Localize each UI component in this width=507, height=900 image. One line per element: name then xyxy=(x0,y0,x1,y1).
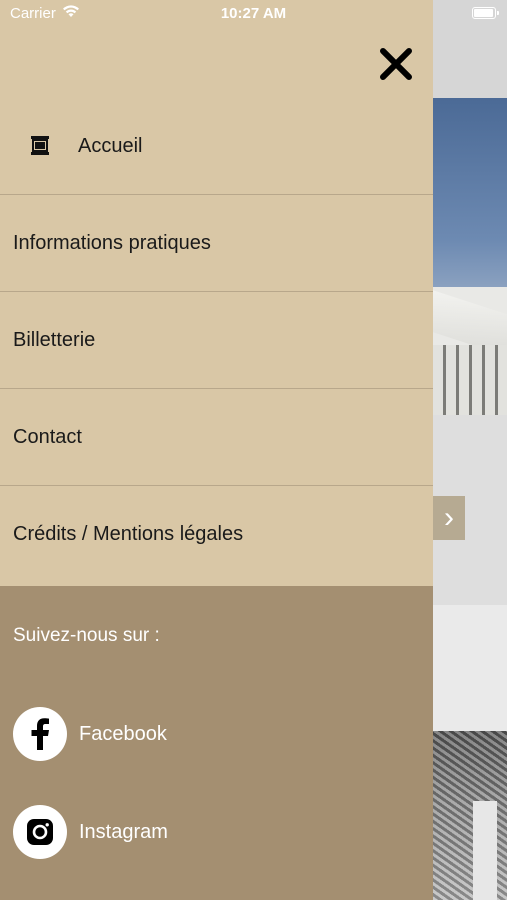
facebook-label: Facebook xyxy=(79,722,167,745)
background-panel-lower xyxy=(433,605,507,731)
instagram-icon xyxy=(13,805,67,859)
battery-icon xyxy=(472,7,499,19)
menu-item-label: Billetterie xyxy=(13,328,96,351)
background-photo-city xyxy=(433,731,507,900)
instagram-label: Instagram xyxy=(79,820,168,843)
menu-item-billetterie[interactable]: Billetterie xyxy=(0,292,433,389)
chevron-right-icon[interactable]: › xyxy=(433,496,465,540)
drawer-menu: Accueil Informations pratiques Billetter… xyxy=(0,98,433,582)
side-drawer: Accueil Informations pratiques Billetter… xyxy=(0,0,433,900)
background-building-facade xyxy=(433,287,507,415)
facebook-icon xyxy=(13,707,67,761)
home-icon xyxy=(28,134,52,158)
menu-item-informations-pratiques[interactable]: Informations pratiques xyxy=(0,195,433,292)
social-title: Suivez-nous sur : xyxy=(13,625,160,646)
menu-item-accueil[interactable]: Accueil xyxy=(0,98,433,195)
close-icon xyxy=(380,48,412,80)
menu-item-label: Accueil xyxy=(78,134,143,157)
status-bar: Carrier 10:27 AM xyxy=(0,0,507,28)
menu-item-credits[interactable]: Crédits / Mentions légales xyxy=(0,486,433,582)
background-app-content: › xyxy=(433,0,507,900)
status-time: 10:27 AM xyxy=(220,5,287,22)
menu-item-label: Informations pratiques xyxy=(13,231,211,254)
social-section: Suivez-nous sur : Facebook Instagram xyxy=(0,586,433,900)
menu-item-label: Crédits / Mentions légales xyxy=(13,522,244,545)
menu-item-contact[interactable]: Contact xyxy=(0,389,433,486)
close-button[interactable] xyxy=(374,42,418,86)
instagram-link[interactable]: Instagram xyxy=(13,804,168,860)
menu-item-label: Contact xyxy=(13,425,82,448)
facebook-link[interactable]: Facebook xyxy=(13,706,167,762)
